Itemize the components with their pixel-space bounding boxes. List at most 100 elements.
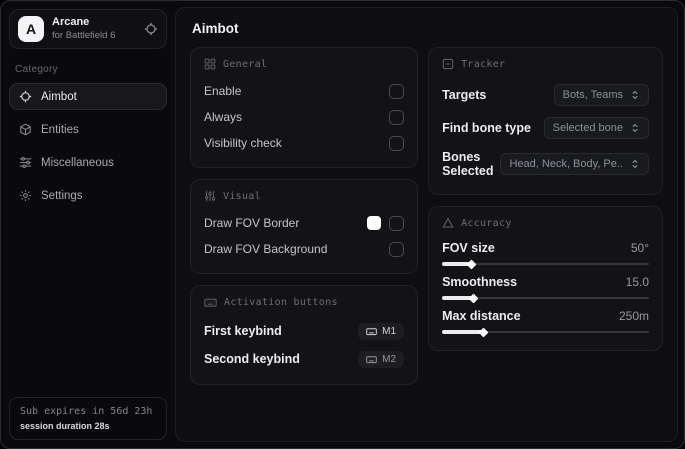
sub-expires-text: Sub expires in 56d 23h [20, 406, 153, 417]
app-logo-letter: A [25, 21, 37, 37]
keyboard-icon [366, 326, 377, 337]
max-distance-slider[interactable] [442, 327, 649, 337]
max-distance-label: Max distance [442, 309, 521, 323]
slider-thumb[interactable] [468, 293, 479, 303]
first-keybind-button[interactable]: M1 [358, 322, 405, 340]
setting-row: Draw FOV Border [204, 210, 405, 236]
bones-selected-value: Head, Neck, Body, Pe.. [509, 157, 623, 170]
find-bone-type-value: Selected bone [552, 121, 623, 134]
slider-thumb[interactable] [479, 327, 489, 337]
smoothness-value: 15.0 [625, 275, 649, 289]
sidebar-item-entities[interactable]: Entities [9, 116, 167, 143]
accuracy-card-title: Accuracy [461, 217, 512, 229]
app-header: A Arcane for Battlefield 6 [9, 9, 167, 49]
slider-thumb[interactable] [466, 259, 477, 269]
second-keybind-label: Second keybind [204, 352, 300, 366]
app-meta: Arcane for Battlefield 6 [52, 16, 136, 42]
tracker-card: Tracker Targets Bots, Teams Find bone ty… [428, 47, 663, 195]
keybind-row: First keybind M1 [204, 317, 405, 345]
slider-labels: FOV size 50° [442, 241, 649, 255]
draw-fov-background-label: Draw FOV Background [204, 242, 328, 256]
activation-buttons-card: Activation buttons First keybind M1 Seco… [190, 285, 419, 385]
left-column: General Enable Always Visibility check V… [190, 47, 419, 396]
box-minus-icon [442, 58, 454, 70]
right-column: Tracker Targets Bots, Teams Find bone ty… [428, 47, 663, 362]
subscription-info: Sub expires in 56d 23h session duration … [9, 397, 167, 440]
draw-fov-border-controls [367, 215, 405, 231]
activation-card-title: Activation buttons [224, 297, 338, 308]
sidebar-item-label: Aimbot [41, 90, 77, 103]
sidebar-item-label: Miscellaneous [41, 156, 114, 169]
general-card: General Enable Always Visibility check [190, 47, 419, 168]
setting-row: Visibility check [204, 130, 405, 156]
keybind-row: Second keybind M2 [204, 345, 405, 373]
visibility-check-checkbox[interactable] [389, 135, 405, 151]
keyboard-icon [366, 354, 377, 365]
app-name: Arcane [52, 16, 90, 29]
always-checkbox[interactable] [389, 109, 405, 125]
general-card-title: General [223, 58, 268, 70]
main-panel: Aimbot General Enable Always Visibility … [175, 7, 678, 442]
enable-label: Enable [204, 84, 242, 98]
fov-border-color-swatch[interactable] [367, 216, 382, 230]
first-keybind-label: First keybind [204, 324, 282, 338]
max-distance-slider-group: Max distance 250m [442, 305, 649, 339]
sidebar-nav: Aimbot Entities Miscellaneous Settings [1, 80, 175, 212]
unfold-icon [630, 90, 640, 100]
sidebar-item-label: Entities [41, 123, 79, 136]
fov-size-slider-group: FOV size 50° [442, 237, 649, 271]
sidebar-item-label: Settings [41, 189, 83, 202]
second-keybind-button[interactable]: M2 [358, 350, 405, 368]
unfold-icon [630, 123, 640, 133]
draw-fov-border-label: Draw FOV Border [204, 216, 300, 230]
smoothness-slider[interactable] [442, 293, 649, 303]
bones-selected-label: Bones Selected [442, 149, 494, 178]
unfold-icon [630, 159, 640, 169]
draw-fov-background-checkbox[interactable] [389, 241, 405, 257]
app-subtitle: for Battlefield 6 [52, 29, 116, 41]
bones-selected-dropdown[interactable]: Head, Neck, Body, Pe.. [500, 152, 649, 175]
activation-card-header: Activation buttons [204, 296, 404, 309]
sliders-icon [19, 156, 32, 169]
app-logo: A [18, 16, 44, 42]
app-window: A Arcane for Battlefield 6 Category Aimb… [0, 0, 685, 449]
grid-icon [204, 58, 216, 70]
session-duration-text: session duration 28s [20, 421, 110, 431]
smoothness-label: Smoothness [442, 275, 518, 289]
accuracy-card-header: Accuracy [442, 217, 649, 229]
find-bone-type-dropdown[interactable]: Selected bone [543, 116, 649, 139]
setting-row: Enable [204, 78, 405, 104]
setting-row: Always [204, 104, 405, 130]
max-distance-value: 250m [618, 309, 649, 323]
slider-labels: Max distance 250m [442, 309, 649, 323]
sidebar: A Arcane for Battlefield 6 Category Aimb… [1, 1, 175, 448]
draw-fov-border-checkbox[interactable] [389, 215, 405, 231]
content-columns: General Enable Always Visibility check V… [176, 47, 677, 396]
find-bone-type-label: Find bone type [442, 120, 531, 135]
sidebar-item-aimbot[interactable]: Aimbot [9, 83, 167, 110]
enable-checkbox[interactable] [389, 83, 405, 99]
visual-card-header: Visual [204, 190, 404, 202]
general-card-header: General [204, 58, 404, 70]
targets-value: Bots, Teams [562, 88, 623, 101]
tracker-card-header: Tracker [442, 58, 649, 70]
crosshair-config-icon[interactable] [144, 22, 158, 36]
sidebar-item-miscellaneous[interactable]: Miscellaneous [9, 149, 167, 176]
dropdown-row: Bones Selected Head, Neck, Body, Pe.. [442, 144, 649, 183]
keyboard-icon [204, 296, 217, 309]
crosshair-icon [19, 90, 32, 103]
gear-icon [19, 189, 32, 202]
accuracy-card: Accuracy FOV size 50° Smoothness 15.0 Ma… [428, 206, 663, 351]
sidebar-item-settings[interactable]: Settings [9, 182, 167, 209]
category-label: Category [15, 64, 58, 75]
fov-size-slider[interactable] [442, 259, 649, 269]
vertical-sliders-icon [204, 190, 216, 202]
targets-dropdown[interactable]: Bots, Teams [553, 83, 649, 106]
visibility-check-label: Visibility check [204, 136, 282, 150]
cube-icon [19, 123, 32, 136]
fov-size-value: 50° [630, 241, 649, 255]
always-label: Always [204, 110, 243, 124]
dropdown-row: Find bone type Selected bone [442, 111, 649, 144]
visual-card: Visual Draw FOV Border Draw FOV Backgrou… [190, 179, 419, 274]
page-title: Aimbot [192, 21, 239, 36]
